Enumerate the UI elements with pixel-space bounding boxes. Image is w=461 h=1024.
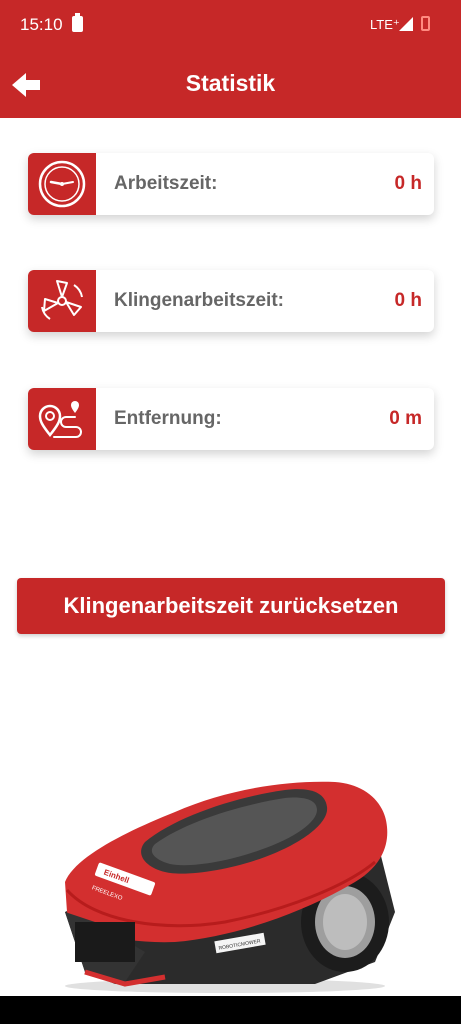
route-icon [38,401,82,438]
network-type: LTE⁺ [370,17,400,32]
reset-blade-time-button[interactable]: Klingenarbeitszeit zurücksetzen [17,578,445,634]
status-time: 15:10 [20,15,63,34]
stat-label: Arbeitszeit: [114,173,218,194]
stat-icon-box [28,153,96,215]
clock-icon [38,160,86,208]
status-bar: 15:10 LTE⁺ [0,0,461,52]
stat-label: Klingenarbeitszeit: [114,290,284,311]
page-title: Statistik [185,70,276,96]
battery-charging-icon [72,13,83,32]
stat-value: 0 h [394,173,422,194]
blade-icon [41,280,83,320]
stat-card-distance: Entfernung: 0 m [28,388,434,450]
app-bar: Statistik [0,52,461,118]
stat-label: Entfernung: [114,408,222,429]
signal-icon [399,17,413,31]
stat-card-blade-time: Klingenarbeitszeit: 0 h [28,270,434,332]
robot-mower-image: Einhell FREELEXO ROBOTICMOWER [65,781,395,993]
stat-value: 0 m [389,408,422,429]
stat-value: 0 h [394,290,422,311]
battery-icon [421,16,430,31]
stat-card-work-time: Arbeitszeit: 0 h [28,153,434,215]
stat-icon-box [28,270,96,332]
system-nav-bar [0,996,461,1024]
stat-icon-box [28,388,96,450]
